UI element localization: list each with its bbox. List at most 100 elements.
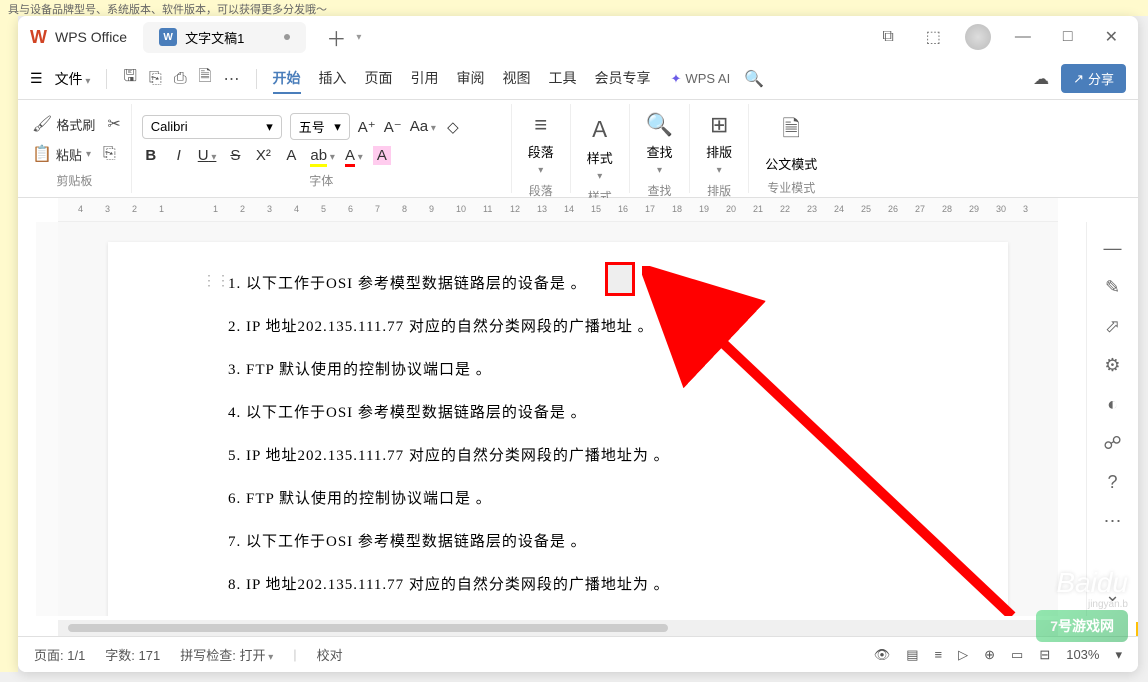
horizontal-scrollbar[interactable] (58, 620, 1058, 636)
highlight-button[interactable]: ab (310, 147, 335, 164)
tab-page[interactable]: 页面 (365, 64, 393, 94)
share-button[interactable]: ↗ 分享 (1061, 64, 1126, 93)
hamburger-icon[interactable]: ☰ (30, 70, 43, 87)
paragraph-button[interactable]: ≡ 段落 (522, 108, 560, 180)
document-line[interactable]: 3. FTP 默认使用的控制协议端口是 。 (228, 358, 888, 379)
close-button[interactable]: ✕ (1097, 23, 1126, 51)
document-line[interactable]: 7. 以下工作于OSI 参考模型数据链路层的设备是 。 (228, 530, 888, 551)
ruler-tick: 13 (537, 204, 547, 214)
settings-sliders-icon[interactable]: ⚙ (1104, 355, 1120, 376)
tab-member[interactable]: 会员专享 (595, 64, 651, 94)
clear-format-icon[interactable]: ◇ (444, 118, 462, 136)
text-effect-button[interactable]: A (282, 147, 300, 164)
new-tab-button[interactable]: ＋ (318, 19, 354, 56)
format-painter-button[interactable]: 🖌格式刷 (28, 112, 99, 136)
document-line[interactable]: 6. FTP 默认使用的控制协议端口是 。 (228, 487, 888, 508)
word-count[interactable]: 字数: 171 (105, 645, 160, 664)
document-area: 4321123456789101112131415161718192021222… (18, 198, 1138, 636)
grow-font-icon[interactable]: A⁺ (358, 118, 376, 136)
ruler-tick: 15 (591, 204, 601, 214)
tab-view[interactable]: 视图 (503, 64, 531, 94)
print-layout-icon[interactable]: ⊟ (1039, 647, 1050, 663)
scrollbar-thumb[interactable] (68, 624, 668, 632)
print-icon[interactable]: ⎙ (174, 70, 187, 88)
change-case-icon[interactable]: Aa (410, 118, 436, 135)
save-icon[interactable]: 🖫 (123, 65, 137, 92)
cloud-upload-icon[interactable]: ☁ (1033, 69, 1049, 89)
proofread-status[interactable]: 校对 (317, 645, 343, 664)
tab-reference[interactable]: 引用 (411, 64, 439, 94)
link-tool-icon[interactable]: ☍ (1103, 433, 1121, 454)
font-group: Calibri▾ 五号▾ A⁺ A⁻ Aa ◇ B I U S X² A ab … (132, 104, 512, 193)
collapse-chevron-icon[interactable]: ⌄ (1105, 585, 1120, 606)
layout-button[interactable]: ⊞ 排版 (700, 108, 738, 180)
pen-tool-icon[interactable]: ✎ (1105, 277, 1120, 298)
read-mode-icon[interactable]: ▤ (906, 647, 918, 663)
wps-ai-label: WPS AI (685, 71, 730, 86)
more-tools-icon[interactable]: ⋯ (1104, 511, 1122, 532)
cut-icon[interactable]: ✂ (107, 114, 120, 134)
wps-ai-button[interactable]: ✦ WPS AI (671, 71, 731, 87)
spell-check-status[interactable]: 拼写检查: 打开 (180, 645, 273, 664)
bold-button[interactable]: B (142, 147, 160, 164)
collapse-panel-icon[interactable]: — (1104, 238, 1122, 259)
tab-tools[interactable]: 工具 (549, 64, 577, 94)
italic-button[interactable]: I (170, 147, 188, 164)
shrink-font-icon[interactable]: A⁻ (384, 118, 402, 136)
document-page[interactable]: ⋮⋮ 1. 以下工作于OSI 参考模型数据链路层的设备是 。 2. IP 地址20… (108, 242, 1008, 616)
document-line[interactable]: 5. IP 地址202.135.111.77 对应的自然分类网段的广播地址为 。 (228, 444, 888, 465)
ruler-tick: 14 (564, 204, 574, 214)
vertical-ruler[interactable] (36, 222, 58, 616)
official-mode-button[interactable]: 🗎 公文模式 (759, 108, 823, 177)
export-icon[interactable]: ⎘ (149, 70, 162, 88)
brush-icon: 🖌 (32, 114, 52, 134)
document-line[interactable]: 8. IP 地址202.135.111.77 对应的自然分类网段的广播地址为 。 (228, 573, 888, 594)
style-button[interactable]: Ａ 样式 (581, 108, 619, 186)
web-view-icon[interactable]: ⊕ (984, 647, 995, 663)
search-icon[interactable]: 🔍 (744, 69, 764, 89)
more-qat-icon[interactable]: ⋯ (224, 69, 240, 89)
font-family-select[interactable]: Calibri▾ (142, 115, 282, 139)
minimize-button[interactable]: — (1007, 24, 1039, 50)
zoom-level[interactable]: 103% (1066, 647, 1099, 662)
document-tab[interactable]: W 文字文稿1 (143, 22, 306, 53)
find-button[interactable]: 🔍 查找 (640, 108, 679, 180)
new-tab-dropdown[interactable]: ▾ (356, 32, 361, 43)
maximize-button[interactable]: □ (1055, 24, 1081, 50)
copy-icon[interactable]: ⎘ (103, 145, 116, 163)
play-icon[interactable]: ▷ (958, 647, 968, 663)
palette-icon[interactable]: ◐ (1107, 394, 1118, 415)
font-size-select[interactable]: 五号▾ (290, 113, 350, 140)
document-scroll[interactable]: ⋮⋮ 1. 以下工作于OSI 参考模型数据链路层的设备是 。 2. IP 地址20… (58, 222, 1058, 616)
document-line[interactable]: 1. 以下工作于OSI 参考模型数据链路层的设备是 。 (228, 272, 888, 293)
print-preview-icon[interactable]: 🗎 (199, 65, 212, 92)
eye-view-icon[interactable]: 👁 (874, 647, 891, 663)
tab-modified-indicator (284, 34, 290, 40)
paste-button[interactable]: 📋粘贴 (28, 142, 95, 166)
user-avatar[interactable] (965, 24, 991, 50)
file-menu[interactable]: 文件 (55, 69, 91, 89)
shading-button[interactable]: A (373, 146, 391, 165)
underline-button[interactable]: U (198, 147, 217, 164)
document-line[interactable]: 4. 以下工作于OSI 参考模型数据链路层的设备是 。 (228, 401, 888, 422)
font-color-button[interactable]: A (345, 147, 363, 164)
outline-mode-icon[interactable]: ≡ (935, 647, 943, 662)
drag-handle-icon[interactable]: ⋮⋮ (202, 272, 230, 289)
help-icon[interactable]: ? (1107, 472, 1117, 493)
tab-start[interactable]: 开始 (273, 64, 301, 94)
ruler-tick: 11 (483, 204, 492, 214)
cursor-tool-icon[interactable]: ⬀ (1105, 316, 1120, 337)
zoom-dropdown-icon[interactable]: ▾ (1115, 647, 1122, 663)
page-layout-icon[interactable]: ▭ (1011, 647, 1023, 663)
strikethrough-button[interactable]: S (226, 147, 244, 164)
cube-icon[interactable]: ⬚ (918, 23, 949, 51)
document-line[interactable]: 2. IP 地址202.135.111.77 对应的自然分类网段的广播地址 。 (228, 315, 888, 336)
multi-window-icon[interactable]: ⧉ (874, 24, 901, 50)
tab-review[interactable]: 审阅 (457, 64, 485, 94)
horizontal-ruler[interactable]: 4321123456789101112131415161718192021222… (58, 198, 1058, 222)
ruler-tick: 1 (213, 204, 218, 214)
tab-insert[interactable]: 插入 (319, 64, 347, 94)
superscript-button[interactable]: X² (254, 147, 272, 164)
page-indicator[interactable]: 页面: 1/1 (34, 645, 85, 664)
ruler-tick: 3 (267, 204, 272, 214)
